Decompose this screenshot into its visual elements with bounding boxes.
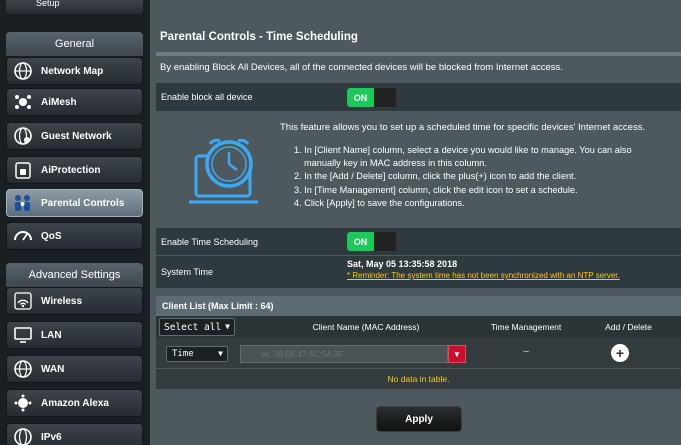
step-1: 1. In [Client Name] column, select a dev… [294, 145, 632, 155]
alexa-icon [11, 393, 35, 413]
ntp-reminder-link[interactable]: * Reminder: The system time has not been… [347, 271, 620, 280]
client-list-columns: Select all ▼ Client Name (MAC Address) T… [156, 316, 681, 338]
system-time-value: Sat, May 05 13:35:58 2018 [347, 259, 458, 269]
main-panel: Parental Controls - Time Scheduling By e… [150, 0, 681, 445]
family-icon [11, 193, 35, 213]
client-list-header: Client List (Max Limit : 64) [156, 296, 681, 316]
feature-info: This feature allows you to set up a sche… [156, 112, 681, 227]
select-all-dropdown[interactable]: Select all ▼ [159, 318, 235, 336]
time-scheduling-toggle[interactable]: ON [347, 232, 396, 251]
sidebar: Setup General Network Map AiMesh Guest N… [0, 0, 150, 445]
sidebar-item-label: QoS [41, 230, 62, 242]
gauge-icon [11, 226, 35, 246]
sidebar-item-label: AiMesh [41, 96, 77, 108]
sidebar-item-wan[interactable]: WAN [6, 355, 143, 383]
mac-address-input[interactable]: ex: 38:D5:47:AC:5A:3F [240, 345, 448, 363]
globe-icon [11, 359, 35, 379]
sidebar-item-setup[interactable]: Setup [6, 0, 143, 14]
empty-table-message: No data in table. [156, 369, 681, 389]
title-divider [156, 52, 681, 56]
sidebar-item-label: Network Map [41, 65, 104, 77]
globe-network-icon [11, 61, 35, 81]
time-management-value: – [523, 346, 529, 357]
page-title: Parental Controls - Time Scheduling [150, 22, 681, 52]
wifi-icon [11, 291, 35, 311]
top-band [150, 0, 681, 22]
lock-icon [11, 160, 35, 180]
sidebar-item-aiprotection[interactable]: AiProtection [6, 156, 143, 184]
sidebar-item-label: Guest Network [41, 130, 112, 142]
column-time-management: Time Management [490, 322, 562, 332]
sidebar-item-parental-controls[interactable]: Parental Controls [6, 189, 143, 217]
chevron-down-icon: ▼ [225, 322, 230, 331]
feature-intro: This feature allows you to set up a sche… [280, 122, 646, 133]
sidebar-item-label: Amazon Alexa [41, 397, 109, 409]
block-all-toggle[interactable]: ON [347, 88, 396, 107]
sidebar-item-label: AiProtection [41, 164, 101, 176]
client-entry-row: Time ▼ ex: 38:D5:47:AC:5A:3F ▼ – + [156, 338, 681, 368]
sidebar-item-aimesh[interactable]: AiMesh [6, 88, 143, 116]
mode-dropdown[interactable]: Time ▼ [166, 346, 228, 362]
sidebar-item-qos[interactable]: QoS [6, 222, 143, 250]
block-all-row: Enable block all device ON [156, 82, 681, 111]
sidebar-item-label: Setup [36, 0, 60, 8]
toggle-knob [374, 232, 396, 251]
sidebar-item-label: IPv6 [41, 431, 62, 443]
add-client-button[interactable]: + [611, 344, 629, 362]
chevron-down-icon: ▼ [453, 349, 461, 359]
monitor-icon [11, 325, 35, 345]
mesh-icon [11, 92, 35, 112]
toggle-state: ON [347, 88, 374, 107]
sidebar-item-amazon-alexa[interactable]: Amazon Alexa [6, 389, 143, 417]
system-time-row: System Time Sat, May 05 13:35:58 2018 * … [156, 255, 681, 288]
sidebar-general-header: General [6, 32, 143, 56]
sidebar-advanced-header: Advanced Settings [6, 263, 143, 287]
sidebar-item-label: Wireless [41, 295, 83, 307]
clock-icon [186, 132, 262, 215]
toggle-knob [374, 88, 396, 107]
step-3: 3. In [Time Management] column, click th… [294, 184, 578, 195]
column-client-name: Client Name (MAC Address) [312, 322, 420, 332]
plus-icon: + [615, 345, 625, 361]
guest-globe-icon [11, 126, 35, 146]
apply-button[interactable]: Apply [376, 406, 462, 432]
step-4: 4. Click [Apply] to save the configurati… [294, 197, 465, 208]
step-1-cont: manually key in MAC address in this colu… [304, 158, 487, 169]
sidebar-item-lan[interactable]: LAN [6, 321, 143, 349]
time-scheduling-row: Enable Time Scheduling ON [156, 227, 681, 255]
toggle-state: ON [347, 232, 374, 251]
sidebar-item-label: Parental Controls [41, 197, 125, 209]
mode-value: Time [172, 349, 194, 359]
ipv6-globe-icon [11, 427, 35, 445]
select-all-value: Select all [164, 321, 222, 333]
time-scheduling-label: Enable Time Scheduling [161, 237, 259, 247]
chevron-down-icon: ▼ [218, 349, 223, 358]
sidebar-item-label: LAN [41, 329, 62, 341]
sidebar-item-ipv6[interactable]: IPv6 [6, 423, 143, 445]
step-2: 2. In the [Add / Delete] column, click t… [294, 171, 577, 182]
sidebar-item-network-map[interactable]: Network Map [6, 57, 143, 85]
sidebar-item-label: WAN [41, 363, 65, 375]
system-time-label: System Time [161, 267, 214, 277]
column-add-delete: Add / Delete [605, 322, 652, 332]
block-all-label: Enable block all device [161, 92, 253, 102]
sidebar-item-guest-network[interactable]: Guest Network [6, 122, 143, 150]
client-dropdown-button[interactable]: ▼ [448, 345, 466, 363]
feature-steps: 1. In [Client Name] column, select a dev… [294, 144, 669, 210]
page-description: By enabling Block All Devices, all of th… [160, 62, 563, 73]
sidebar-item-wireless[interactable]: Wireless [6, 287, 143, 315]
